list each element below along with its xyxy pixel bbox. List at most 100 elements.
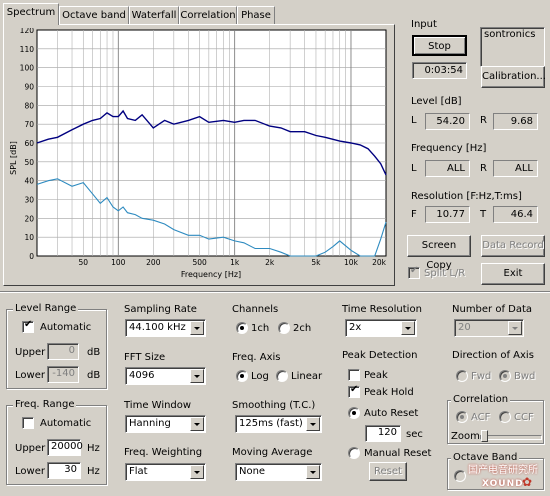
- y-tick-label: 90: [24, 83, 34, 92]
- freq-automatic-label: Automatic: [40, 418, 92, 429]
- level-title: Level [dB]: [411, 96, 462, 107]
- freq-axis-linear-label: Linear: [291, 371, 323, 382]
- level-lower-input[interactable]: -140: [47, 366, 79, 383]
- peak-checkbox[interactable]: [348, 369, 360, 381]
- sampling-rate-value: 44.100 kHz: [129, 322, 186, 333]
- moving-average-label: Moving Average: [232, 447, 313, 458]
- time-window-value: Hanning: [129, 418, 171, 429]
- y-tick-label: 0: [29, 252, 34, 261]
- screen-copy-button[interactable]: Screen Copy: [407, 235, 471, 271]
- freq-axis-linear-radio[interactable]: [276, 370, 288, 382]
- direction-of-axis-label: Direction of Axis: [452, 350, 534, 361]
- chevron-down-icon[interactable]: [190, 369, 204, 383]
- channels-1ch-radio[interactable]: [236, 322, 248, 334]
- y-tick-label: 110: [20, 45, 35, 54]
- input-title: Input: [411, 19, 437, 30]
- level-range-title: Level Range: [13, 303, 79, 315]
- freq-range-title: Freq. Range: [13, 399, 77, 411]
- octave-band-radio[interactable]: [454, 470, 466, 482]
- auto-reset-interval-input[interactable]: 120: [365, 425, 401, 442]
- level-l-label: L: [411, 115, 417, 126]
- peak-hold-label: Peak Hold: [364, 387, 414, 398]
- level-upper-input[interactable]: 0: [47, 343, 79, 360]
- correlation-acf-radio[interactable]: [456, 411, 468, 423]
- resolution-f-label: F: [411, 209, 417, 220]
- spectrum-chart: 1201101009080706050403020100 50 100 200 500…: [9, 28, 387, 279]
- watermark-brand: XOUND: [482, 479, 524, 489]
- chevron-down-icon[interactable]: [401, 321, 415, 335]
- freq-weighting-select[interactable]: Flat: [125, 463, 206, 481]
- freq-lower-input[interactable]: 30: [47, 462, 81, 479]
- split-lr-label: Split L/R: [424, 268, 466, 279]
- tab-octave-band[interactable]: Octave band: [59, 6, 129, 24]
- chevron-down-icon[interactable]: [306, 417, 320, 431]
- channels-1ch-label: 1ch: [251, 323, 270, 334]
- y-tick-label: 70: [24, 120, 34, 129]
- moving-average-value: None: [239, 466, 266, 477]
- chevron-down-icon[interactable]: [508, 321, 522, 335]
- freq-weighting-value: Flat: [129, 466, 148, 477]
- sampling-rate-select[interactable]: 44.100 kHz: [125, 319, 206, 337]
- tab-spectrum[interactable]: Spectrum: [3, 3, 59, 25]
- peak-hold-checkbox[interactable]: [348, 384, 360, 398]
- direction-bwd-radio[interactable]: [499, 370, 511, 382]
- exit-button[interactable]: Exit: [481, 263, 545, 285]
- direction-bwd-label: Bwd: [514, 371, 536, 382]
- resolution-title: Resolution [F:Hz,T:ms]: [411, 191, 522, 202]
- stop-button[interactable]: Stop: [412, 35, 467, 56]
- number-of-data-label: Number of Data: [452, 304, 533, 315]
- y-tick-label: 30: [24, 196, 34, 205]
- manual-reset-radio[interactable]: [348, 447, 360, 459]
- tab-correlation[interactable]: Correlation: [179, 6, 237, 24]
- calibration-button[interactable]: Calibration...: [481, 66, 546, 88]
- chevron-down-icon[interactable]: [306, 465, 320, 479]
- x-axis-label: Frequency [Hz]: [181, 270, 241, 279]
- freq-lower-unit: Hz: [87, 466, 100, 477]
- sampling-rate-label: Sampling Rate: [124, 304, 197, 315]
- split-lr-checkbox[interactable]: [408, 265, 420, 279]
- correlation-ccf-radio[interactable]: [499, 411, 511, 423]
- chevron-down-icon[interactable]: [190, 465, 204, 479]
- device-name-field: sontronics: [480, 27, 545, 67]
- direction-fwd-label: Fwd: [471, 371, 492, 382]
- y-axis-label: SPL [dB]: [9, 141, 18, 175]
- time-resolution-select[interactable]: 2x: [345, 319, 417, 337]
- level-l-value: 54.20: [425, 113, 470, 130]
- level-automatic-label: Automatic: [40, 322, 92, 333]
- x-tick-labels: 50 100 200 500 1k 2k 5k 10k 20k: [79, 258, 387, 267]
- frequency-r-value: ALL: [493, 160, 538, 177]
- freq-axis-log-radio[interactable]: [236, 370, 248, 382]
- reset-button[interactable]: Reset: [369, 462, 407, 481]
- tab-waterfall[interactable]: Waterfall: [129, 6, 179, 24]
- direction-fwd-radio[interactable]: [456, 370, 468, 382]
- level-automatic-checkbox[interactable]: [22, 319, 34, 333]
- frequency-title: Frequency [Hz]: [411, 143, 487, 154]
- fft-size-select[interactable]: 4096: [125, 367, 206, 385]
- freq-upper-unit: Hz: [87, 443, 100, 454]
- zoom-slider-thumb[interactable]: [481, 430, 488, 442]
- number-of-data-select[interactable]: 20: [454, 319, 524, 337]
- correlation-ccf-label: CCF: [514, 412, 534, 423]
- freq-automatic-checkbox[interactable]: [22, 417, 34, 429]
- moving-average-select[interactable]: None: [235, 463, 322, 481]
- channels-2ch-radio[interactable]: [278, 322, 290, 334]
- time-window-label: Time Window: [124, 400, 192, 411]
- tab-phase[interactable]: Phase: [237, 6, 275, 24]
- zoom-slider-track[interactable]: [480, 435, 542, 440]
- x-tick-label: 500: [192, 258, 207, 267]
- resolution-f-value: 10.77: [425, 206, 470, 223]
- correlation-acf-label: ACF: [471, 412, 491, 423]
- peak-detection-label: Peak Detection: [342, 350, 418, 361]
- freq-upper-label: Upper: [15, 443, 46, 454]
- chevron-down-icon[interactable]: [190, 321, 204, 335]
- bottom-panel-separator: [0, 291, 550, 293]
- auto-reset-radio[interactable]: [348, 407, 360, 419]
- y-tick-label: 80: [24, 101, 34, 110]
- time-window-select[interactable]: Hanning: [125, 415, 206, 433]
- freq-upper-input[interactable]: 20000: [47, 439, 83, 456]
- chevron-down-icon[interactable]: [190, 417, 204, 431]
- data-record-button[interactable]: Data Record: [481, 235, 545, 257]
- x-tick-label: 2k: [265, 258, 275, 267]
- freq-lower-label: Lower: [15, 466, 45, 477]
- smoothing-select[interactable]: 125ms (fast): [235, 415, 322, 433]
